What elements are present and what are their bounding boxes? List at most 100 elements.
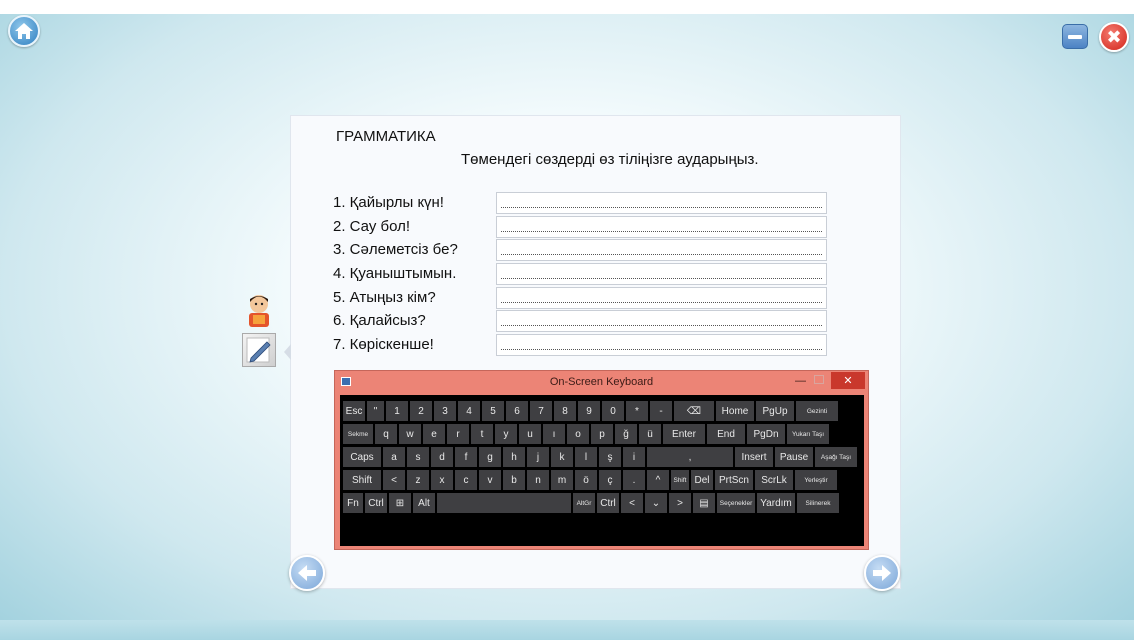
keyboard-key[interactable]: Yukarı Taşı (787, 424, 829, 444)
keyboard-key[interactable]: j (527, 447, 549, 467)
keyboard-key[interactable]: AltGr (573, 493, 595, 513)
keyboard-close-button[interactable]: ✕ (831, 372, 865, 389)
keyboard-key[interactable]: PgUp (756, 401, 794, 421)
answer-field-7[interactable] (496, 334, 827, 356)
keyboard-key[interactable]: y (495, 424, 517, 444)
keyboard-key[interactable]: ç (599, 470, 621, 490)
keyboard-key[interactable]: 9 (578, 401, 600, 421)
keyboard-key[interactable]: Silinerek (797, 493, 839, 513)
keyboard-key[interactable]: Ctrl (597, 493, 619, 513)
close-button[interactable]: ✖ (1099, 22, 1129, 52)
answer-field-4[interactable] (496, 263, 827, 285)
keyboard-key[interactable]: t (471, 424, 493, 444)
keyboard-key[interactable]: ⌄ (645, 493, 667, 513)
keyboard-key[interactable]: z (407, 470, 429, 490)
keyboard-key[interactable]: < (621, 493, 643, 513)
answer-field-6[interactable] (496, 310, 827, 332)
keyboard-key[interactable]: Fn (343, 493, 363, 513)
keyboard-key[interactable]: Home (716, 401, 754, 421)
keyboard-key[interactable]: k (551, 447, 573, 467)
keyboard-key[interactable]: i (623, 447, 645, 467)
keyboard-key[interactable]: PrtScn (715, 470, 753, 490)
keyboard-maximize-button[interactable] (814, 375, 824, 384)
keyboard-key[interactable]: d (431, 447, 453, 467)
keyboard-key[interactable]: w (399, 424, 421, 444)
keyboard-key[interactable]: ^ (647, 470, 669, 490)
answer-field-2[interactable] (496, 216, 827, 238)
keyboard-key[interactable]: < (383, 470, 405, 490)
keyboard-key[interactable]: r (447, 424, 469, 444)
keyboard-key[interactable]: f (455, 447, 477, 467)
keyboard-key[interactable]: " (367, 401, 384, 421)
keyboard-key[interactable]: * (626, 401, 648, 421)
keyboard-key[interactable]: Shift (671, 470, 689, 490)
keyboard-key[interactable]: p (591, 424, 613, 444)
keyboard-key[interactable]: End (707, 424, 745, 444)
keyboard-key[interactable] (437, 493, 571, 513)
keyboard-key[interactable]: ▤ (693, 493, 715, 513)
keyboard-key[interactable]: ü (639, 424, 661, 444)
keyboard-key[interactable]: ş (599, 447, 621, 467)
keyboard-key[interactable]: Pause (775, 447, 813, 467)
keyboard-key[interactable]: q (375, 424, 397, 444)
keyboard-key[interactable]: . (623, 470, 645, 490)
keyboard-key[interactable]: Shift (343, 470, 381, 490)
keyboard-key[interactable]: u (519, 424, 541, 444)
keyboard-key[interactable]: ı (543, 424, 565, 444)
keyboard-key[interactable]: a (383, 447, 405, 467)
keyboard-key[interactable]: , (647, 447, 733, 467)
keyboard-key[interactable]: 2 (410, 401, 432, 421)
keyboard-key[interactable]: 4 (458, 401, 480, 421)
keyboard-key[interactable]: Yardım (757, 493, 795, 513)
keyboard-key[interactable]: Alt (413, 493, 435, 513)
keyboard-key[interactable]: Del (691, 470, 713, 490)
character-icon[interactable] (245, 293, 273, 329)
next-page-button[interactable] (864, 555, 900, 591)
keyboard-key[interactable]: > (669, 493, 691, 513)
answer-field-3[interactable] (496, 239, 827, 261)
answer-field-5[interactable] (496, 287, 827, 309)
side-panel-arrow[interactable] (284, 344, 291, 360)
keyboard-key[interactable]: e (423, 424, 445, 444)
keyboard-key[interactable]: ⌫ (674, 401, 714, 421)
keyboard-key[interactable]: c (455, 470, 477, 490)
keyboard-key[interactable]: m (551, 470, 573, 490)
keyboard-key[interactable]: o (567, 424, 589, 444)
keyboard-key[interactable]: s (407, 447, 429, 467)
keyboard-key[interactable]: Yerleştir (795, 470, 837, 490)
keyboard-key[interactable]: Enter (663, 424, 705, 444)
keyboard-key[interactable]: - (650, 401, 672, 421)
keyboard-key[interactable]: ScrLk (755, 470, 793, 490)
minimize-button[interactable] (1062, 24, 1088, 49)
keyboard-key[interactable]: PgDn (747, 424, 785, 444)
edit-tool-button[interactable] (242, 333, 276, 367)
keyboard-key[interactable]: l (575, 447, 597, 467)
home-button[interactable] (8, 15, 40, 47)
keyboard-key[interactable]: ğ (615, 424, 637, 444)
keyboard-key[interactable]: ö (575, 470, 597, 490)
keyboard-key[interactable]: 3 (434, 401, 456, 421)
keyboard-key[interactable]: x (431, 470, 453, 490)
keyboard-key[interactable]: Sekme (343, 424, 373, 444)
keyboard-key[interactable]: Seçenekler (717, 493, 755, 513)
keyboard-key[interactable]: 8 (554, 401, 576, 421)
keyboard-key[interactable]: n (527, 470, 549, 490)
keyboard-key[interactable]: ⊞ (389, 493, 411, 513)
keyboard-key[interactable]: v (479, 470, 501, 490)
keyboard-key[interactable]: Ctrl (365, 493, 387, 513)
keyboard-key[interactable]: 0 (602, 401, 624, 421)
keyboard-key[interactable]: Aşağı Taşı (815, 447, 857, 467)
keyboard-key[interactable]: b (503, 470, 525, 490)
keyboard-key[interactable]: Caps (343, 447, 381, 467)
keyboard-minimize-button[interactable]: — (795, 375, 806, 387)
keyboard-key[interactable]: Esc (343, 401, 365, 421)
keyboard-key[interactable]: Insert (735, 447, 773, 467)
keyboard-key[interactable]: 1 (386, 401, 408, 421)
prev-page-button[interactable] (289, 555, 325, 591)
keyboard-key[interactable]: Gezinti (796, 401, 838, 421)
keyboard-key[interactable]: 7 (530, 401, 552, 421)
keyboard-key[interactable]: 5 (482, 401, 504, 421)
keyboard-key[interactable]: g (479, 447, 501, 467)
keyboard-key[interactable]: 6 (506, 401, 528, 421)
keyboard-key[interactable]: h (503, 447, 525, 467)
